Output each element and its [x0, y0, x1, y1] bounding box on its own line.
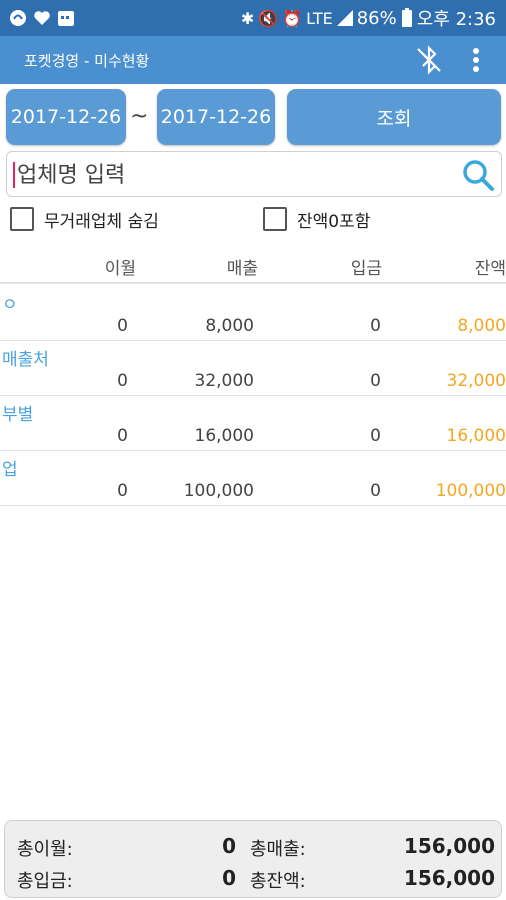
cell-sales: 8,000	[205, 316, 254, 336]
hide-inactive-checkbox[interactable]	[10, 207, 34, 231]
cell-deposit: 0	[370, 426, 381, 446]
battery-icon	[401, 8, 412, 27]
signal-icon	[336, 10, 353, 26]
total-balance-label: 총잔액:	[250, 871, 306, 892]
cell-deposit: 0	[370, 481, 381, 501]
cell-sales: 100,000	[183, 481, 254, 501]
cell-prev: 0	[117, 371, 128, 391]
search-icon[interactable]	[461, 158, 495, 192]
table-header: 이월 매출 입금 잔액	[0, 248, 506, 284]
calendar-icon	[58, 11, 74, 26]
search-box	[6, 151, 502, 197]
header-deposit: 입금	[350, 259, 382, 279]
header-sales: 매출	[226, 259, 258, 279]
table-row[interactable]: 매출처 0 32,000 0 32,000	[0, 341, 506, 396]
to-date-button[interactable]: 2017-12-26	[157, 89, 275, 145]
more-options-icon[interactable]	[466, 46, 486, 74]
heart-icon	[34, 11, 50, 25]
cell-balance: 16,000	[446, 426, 506, 446]
bluetooth-status-icon: ✱	[240, 8, 255, 28]
total-sales-value: 156,000	[403, 834, 495, 858]
include-zero-checkbox[interactable]	[263, 207, 287, 231]
status-bar: ✱ 🔇 ⏰ LTE 86% 오후 2:36	[0, 0, 506, 36]
hide-inactive-label: 무거래업체 숨김	[44, 211, 159, 232]
mute-icon: 🔇	[258, 8, 279, 28]
status-notifications	[8, 6, 76, 30]
cell-deposit: 0	[370, 371, 381, 391]
table-row[interactable]: 업 0 100,000 0 100,000	[0, 451, 506, 506]
page-title: 포켓경영 - 미수현황	[24, 52, 150, 70]
total-sales-label: 총매출:	[250, 839, 306, 860]
cell-balance: 32,000	[446, 371, 506, 391]
cell-balance: 8,000	[457, 316, 506, 336]
table-row[interactable]: ㅇ 0 8,000 0 8,000	[0, 286, 506, 341]
query-button[interactable]: 조회	[287, 89, 501, 145]
hide-inactive-option[interactable]: 무거래업체 숨김	[10, 205, 159, 233]
company-name: 업	[2, 460, 18, 480]
include-zero-option[interactable]: 잔액0포함	[263, 205, 370, 233]
battery-percent: 86%	[356, 7, 397, 29]
app-bar: 포켓경영 - 미수현황	[0, 36, 506, 84]
company-name: ㅇ	[2, 295, 18, 315]
total-prev-label: 총이월:	[17, 839, 73, 860]
total-deposit-label: 총입금:	[17, 871, 73, 892]
company-name: 부별	[2, 405, 34, 425]
cell-prev: 0	[117, 426, 128, 446]
include-zero-label: 잔액0포함	[297, 211, 371, 232]
cell-sales: 32,000	[194, 371, 254, 391]
text-caret	[13, 162, 15, 188]
clock: 오후 2:36	[416, 9, 496, 30]
status-indicators: ✱ 🔇 ⏰ LTE 86% 오후 2:36	[240, 6, 496, 31]
header-balance: 잔액	[474, 259, 506, 279]
cell-prev: 0	[117, 481, 128, 501]
totals-panel: 총이월: 0 총매출: 156,000 총입금: 0 총잔액: 156,000	[4, 820, 502, 898]
total-prev-value: 0	[222, 834, 236, 858]
total-deposit-value: 0	[222, 866, 236, 890]
company-search-input[interactable]	[17, 158, 447, 192]
app-notification-icon	[10, 10, 26, 26]
header-prev: 이월	[104, 259, 136, 279]
cell-deposit: 0	[370, 316, 381, 336]
cell-sales: 16,000	[194, 426, 254, 446]
cell-balance: 100,000	[435, 481, 506, 501]
table-row[interactable]: 부별 0 16,000 0 16,000	[0, 396, 506, 451]
cell-prev: 0	[117, 316, 128, 336]
company-name: 매출처	[2, 350, 49, 370]
bluetooth-off-icon[interactable]	[413, 44, 445, 76]
alarm-icon: ⏰	[282, 8, 303, 28]
date-separator: ~	[130, 104, 149, 129]
from-date-button[interactable]: 2017-12-26	[6, 89, 126, 145]
total-balance-value: 156,000	[403, 866, 495, 890]
network-type: LTE	[306, 8, 333, 28]
receivables-list: ㅇ 0 8,000 0 8,000 매출처 0 32,000 0 32,000 …	[0, 286, 506, 506]
